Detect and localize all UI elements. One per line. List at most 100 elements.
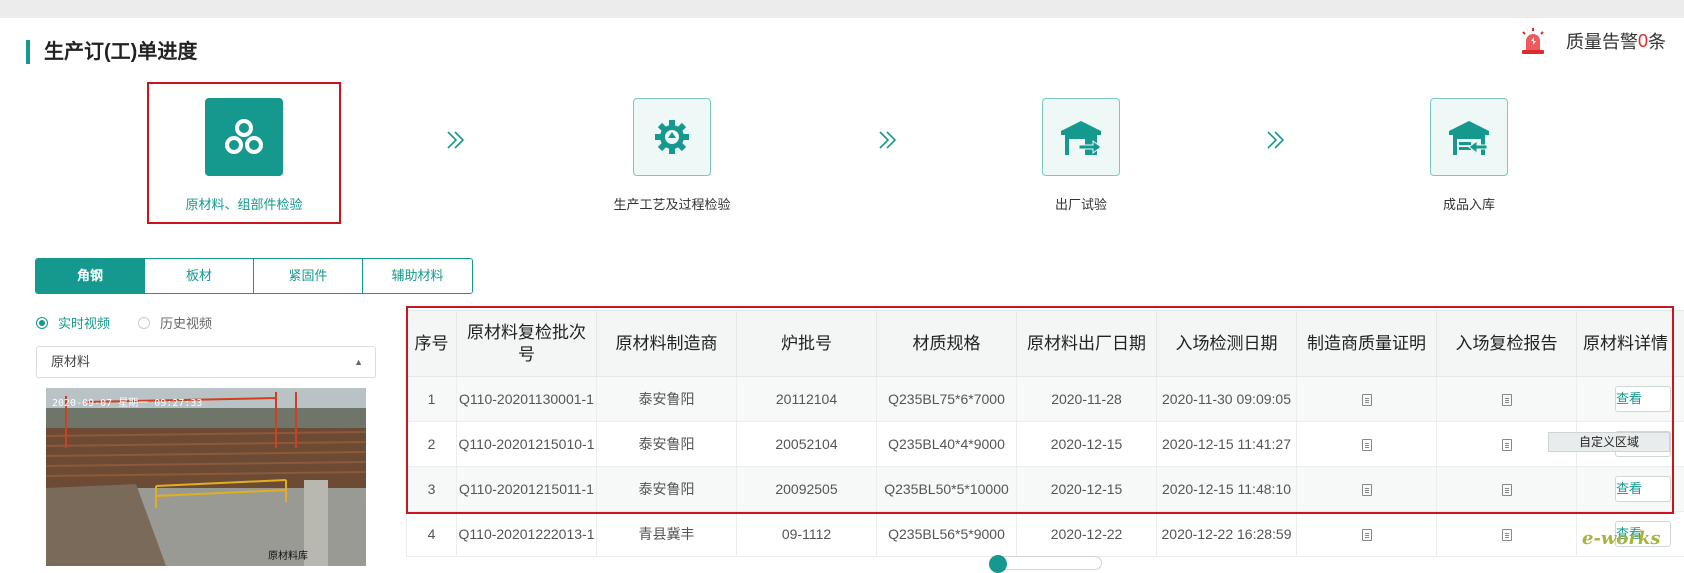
alert-count: 0 [1638,31,1648,52]
tab-plate[interactable]: 板材 [145,259,254,293]
col-header: 原材料制造商 [597,311,737,377]
step-icon-box [1042,98,1120,176]
table-row: 2Q110-20201215010-1泰安鲁阳20052104Q235BL40*… [407,422,1684,467]
cell-manufacturer: 泰安鲁阳 [597,422,737,467]
cell-recheck-report [1437,377,1577,422]
col-header: 入场检测日期 [1157,311,1297,377]
step-label: 出厂试验 [991,194,1171,213]
video-feed[interactable]: 2020-09-07 星期一 09:27:33 原材料库 [46,388,366,566]
horizontal-scrollbar[interactable] [990,556,1102,570]
document-icon[interactable] [1362,484,1372,496]
col-header: 原材料详情 [1577,311,1684,377]
cell-manufacturer: 泰安鲁阳 [597,467,737,512]
step-factory-test[interactable]: 出厂试验 [991,98,1171,213]
table-row: 1Q110-20201130001-1泰安鲁阳20112104Q235BL75*… [407,377,1684,422]
cell-manufacturer-certificate [1297,467,1437,512]
cell-recheck-report [1437,467,1577,512]
warehouse-in-icon [1447,117,1491,157]
cell-batch-number: Q110-20201130001-1 [457,377,597,422]
col-header: 炉批号 [737,311,877,377]
cell-inspection-date: 2020-12-15 11:41:27 [1157,422,1297,467]
step-label: 成品入库 [1379,194,1559,213]
material-table: 序号 原材料复检批次号 原材料制造商 炉批号 材质规格 原材料出厂日期 入场检测… [406,310,1684,566]
radio-dot [36,317,48,329]
cell-manufacturer-certificate [1297,512,1437,557]
video-caption: 原材料库 [268,547,308,562]
document-icon[interactable] [1362,439,1372,451]
cell-row-index: 1 [407,377,457,422]
col-header: 制造商质量证明 [1297,311,1437,377]
document-icon[interactable] [1502,529,1512,541]
radio-live-video[interactable]: 实时视频 [36,313,110,332]
cell-heat-number: 20092505 [737,467,877,512]
col-header: 原材料出厂日期 [1017,311,1157,377]
cell-spec: Q235BL50*5*10000 [877,467,1017,512]
cell-heat-number: 20112104 [737,377,877,422]
watermark-logo: e-works [1582,528,1661,549]
col-header: 序号 [407,311,457,377]
radio-label: 实时视频 [58,313,110,332]
tab-angle-steel[interactable]: 角钢 [36,259,145,293]
document-icon[interactable] [1362,529,1372,541]
view-detail-button[interactable]: 查看 [1615,476,1671,502]
chevron-right-icon [444,128,468,152]
document-icon[interactable] [1502,484,1512,496]
gear-icon [651,116,693,158]
quality-alert[interactable]: 质量告警0条 [1518,26,1666,56]
step-icon-box [633,98,711,176]
cell-row-index: 3 [407,467,457,512]
alert-label: 质量告警 [1566,28,1638,54]
step-label: 生产工艺及过程检验 [582,194,762,213]
radio-history-video[interactable]: 历史视频 [138,313,212,332]
col-header: 原材料复检批次号 [457,311,597,377]
scroll-knob[interactable] [989,555,1007,573]
view-detail-button[interactable]: 查看 [1615,386,1671,412]
cell-detail: 查看 [1577,467,1684,512]
document-icon[interactable] [1502,439,1512,451]
tab-fastener[interactable]: 紧固件 [254,259,363,293]
table-row: 4Q110-20201222013-1青县冀丰09-1112Q235BL56*5… [407,512,1684,557]
select-value: 原材料 [51,354,90,369]
alert-unit: 条 [1648,28,1666,54]
cell-manufacturer-certificate [1297,377,1437,422]
camera-select[interactable]: 原材料 ▲ [36,346,376,378]
table-row: 3Q110-20201215011-1泰安鲁阳20092505Q235BL50*… [407,467,1684,512]
cell-recheck-report [1437,512,1577,557]
cell-row-index: 4 [407,512,457,557]
radio-dot [138,317,150,329]
cell-spec: Q235BL75*6*7000 [877,377,1017,422]
custom-region-tooltip: 自定义区域 [1548,432,1670,452]
warehouse-out-icon [1059,117,1103,157]
cell-inspection-date: 2020-11-30 09:09:05 [1157,377,1297,422]
cell-manufacturer: 泰安鲁阳 [597,377,737,422]
document-icon[interactable] [1502,394,1512,406]
video-timestamp: 2020-09-07 星期一 09:27:33 [52,394,202,409]
cell-spec: Q235BL40*4*9000 [877,422,1017,467]
document-icon[interactable] [1362,394,1372,406]
highlight-box-step [147,82,341,224]
step-production-process[interactable]: 生产工艺及过程检验 [582,98,762,213]
page-title: 生产订(工)单进度 [26,40,197,64]
cell-inspection-date: 2020-12-15 11:48:10 [1157,467,1297,512]
cell-factory-date: 2020-11-28 [1017,377,1157,422]
radio-label: 历史视频 [160,313,212,332]
chevron-right-icon [876,128,900,152]
cell-batch-number: Q110-20201215010-1 [457,422,597,467]
alarm-light-icon [1518,26,1548,56]
tab-auxiliary-material[interactable]: 辅助材料 [363,259,472,293]
cell-manufacturer-certificate [1297,422,1437,467]
cell-batch-number: Q110-20201222013-1 [457,512,597,557]
chevron-right-icon [1264,128,1288,152]
cell-heat-number: 09-1112 [737,512,877,557]
col-header: 入场复检报告 [1437,311,1577,377]
cell-factory-date: 2020-12-15 [1017,467,1157,512]
cell-batch-number: Q110-20201215011-1 [457,467,597,512]
cell-factory-date: 2020-12-15 [1017,422,1157,467]
step-product-storage[interactable]: 成品入库 [1379,98,1559,213]
caret-up-icon: ▲ [354,347,363,377]
table-header-row: 序号 原材料复检批次号 原材料制造商 炉批号 材质规格 原材料出厂日期 入场检测… [407,311,1684,377]
col-header: 材质规格 [877,311,1017,377]
cell-row-index: 2 [407,422,457,467]
cell-factory-date: 2020-12-22 [1017,512,1157,557]
video-frame [46,388,366,566]
